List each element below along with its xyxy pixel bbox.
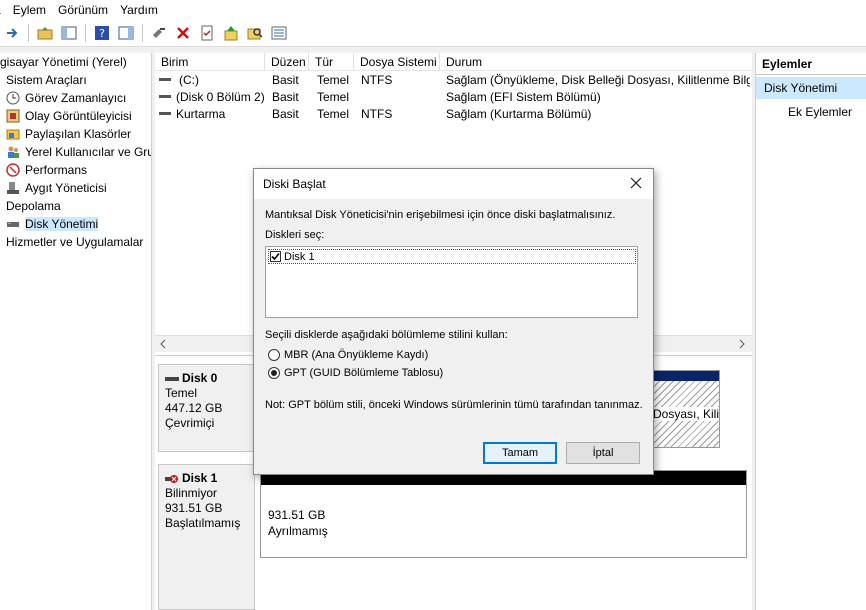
list-view-icon[interactable] <box>269 23 289 43</box>
menu-gorunum[interactable]: Görünüm <box>52 3 114 17</box>
navigation-tree: gisayar Yönetimi (Yerel) Sistem Araçları… <box>0 53 152 610</box>
disk-0-label[interactable]: Disk 0 Temel 447.12 GB Çevrimiçi <box>158 364 255 452</box>
scroll-left-icon[interactable] <box>159 340 167 348</box>
tree-item-services-apps[interactable]: Hizmetler ve Uygulamalar <box>6 233 143 251</box>
checklist-icon[interactable] <box>197 23 217 43</box>
cell-durum: Sağlam (EFI Sistem Bölümü) <box>446 90 601 104</box>
cell-birim: (Disk 0 Bölüm 2) <box>176 90 265 104</box>
disk-icon <box>165 376 179 381</box>
tree-item-system-tools[interactable]: Sistem Araçları <box>6 71 87 89</box>
toolbar-separator <box>28 24 29 42</box>
properties-panel-icon[interactable] <box>116 23 136 43</box>
disk-icon <box>5 216 21 232</box>
actions-pane: Eylemler Disk Yönetimi Ek Eylemler <box>755 53 866 610</box>
column-header-durum[interactable]: Durum <box>440 53 752 70</box>
column-header-tur[interactable]: Tür <box>309 53 354 70</box>
show-hide-tree-icon[interactable] <box>59 23 79 43</box>
table-row[interactable]: (Disk 0 Bölüm 2) Basit Temel Sağlam (EFI… <box>155 89 752 106</box>
volume-list-header: Birim Düzen Tür Dosya Sistemi Durum <box>155 53 752 71</box>
tree-item-storage[interactable]: Depolama <box>6 197 61 215</box>
tree-item-disk-management[interactable]: Disk Yönetimi <box>5 215 99 233</box>
menu-eylem[interactable]: Eylem <box>7 3 52 17</box>
mbr-radio[interactable] <box>268 349 280 361</box>
search-folder-icon[interactable] <box>245 23 265 43</box>
cell-durum: Sağlam (Önyükleme, Disk Belleği Dosyası,… <box>446 73 750 87</box>
gpt-note: Not: GPT bölüm stili, önceki Windows sür… <box>265 399 643 411</box>
disk-error-icon <box>165 474 178 483</box>
actions-title: Eylemler <box>756 53 866 75</box>
cell-fs: NTFS <box>361 107 393 121</box>
scroll-right-icon[interactable] <box>738 340 746 348</box>
primary-partition-bar <box>653 371 719 381</box>
cell-tur: Temel <box>317 90 350 104</box>
column-header-dosya-sistemi[interactable]: Dosya Sistemi <box>354 53 440 70</box>
actions-more-actions[interactable]: Ek Eylemler <box>756 101 866 123</box>
gpt-option[interactable]: GPT (GUID Bölümleme Tablosu) <box>268 367 443 379</box>
tree-item-event-viewer[interactable]: Olay Görüntüleyicisi <box>5 107 132 125</box>
event-viewer-icon <box>5 108 21 124</box>
cell-tur: Temel <box>317 107 350 121</box>
mbr-option[interactable]: MBR (Ana Önyükleme Kaydı) <box>268 349 428 361</box>
disk-1-item-label: Disk 1 <box>284 250 315 263</box>
disk-select-list[interactable]: Disk 1 <box>265 246 638 318</box>
users-icon <box>5 144 21 160</box>
cell-tur: Temel <box>317 73 350 87</box>
initialize-disk-dialog: Diski Başlat Mantıksal Disk Yöneticisi'n… <box>253 168 654 475</box>
delete-icon[interactable] <box>173 23 193 43</box>
close-icon[interactable] <box>629 176 643 190</box>
list-item[interactable]: Disk 1 <box>268 249 636 264</box>
dialog-title: Diski Başlat <box>263 177 326 191</box>
tree-item-task-scheduler[interactable]: Görev Zamanlayıcı <box>5 89 126 107</box>
device-manager-icon <box>5 180 21 196</box>
tree-item-computer-management[interactable]: gisayar Yönetimi (Yerel) <box>0 53 127 71</box>
toolbar: ? <box>0 20 866 47</box>
clock-icon <box>5 90 21 106</box>
toolbar-separator <box>142 24 143 42</box>
partition-style-label: Seçili disklerde aşağıdaki bölümleme sti… <box>265 329 508 341</box>
help-icon[interactable]: ? <box>92 23 112 43</box>
export-up-icon[interactable] <box>221 23 241 43</box>
disk-1-checkbox[interactable] <box>270 251 281 262</box>
dialog-title-bar: Diski Başlat <box>254 169 653 199</box>
checkmark-icon <box>271 252 280 261</box>
disk-1-label[interactable]: Disk 1 Bilinmiyor 931.51 GB Başlatılmamı… <box>158 464 255 610</box>
cell-fs: NTFS <box>361 73 393 87</box>
tree-item-performance[interactable]: Performans <box>5 161 87 179</box>
disk-1-unallocated-partition[interactable]: 931.51 GB Ayrılmamış <box>260 470 747 558</box>
volume-icon <box>159 73 171 87</box>
volume-icon <box>159 107 171 121</box>
menu-bar: a Eylem Görünüm Yardım <box>0 0 866 20</box>
table-row[interactable]: Kurtarma Basit Temel NTFS Sağlam (Kurtar… <box>155 106 752 123</box>
shared-folder-icon <box>5 126 21 142</box>
performance-icon <box>5 162 21 178</box>
cell-duzen: Basit <box>272 107 299 121</box>
column-header-birim[interactable]: Birim <box>155 53 265 70</box>
cell-durum: Sağlam (Kurtarma Bölümü) <box>446 107 592 121</box>
cell-duzen: Basit <box>272 90 299 104</box>
menu-yardim[interactable]: Yardım <box>114 3 164 17</box>
column-header-duzen[interactable]: Düzen <box>265 53 309 70</box>
tree-item-shared-folders[interactable]: Paylaşılan Klasörler <box>5 125 131 143</box>
up-folder-icon[interactable] <box>35 23 55 43</box>
gpt-radio[interactable] <box>268 367 280 379</box>
table-row[interactable]: (C:) Basit Temel NTFS Sağlam (Önyükleme,… <box>155 72 752 89</box>
actions-disk-management[interactable]: Disk Yönetimi <box>756 77 866 99</box>
cell-birim: Kurtarma <box>176 107 226 121</box>
toolbar-separator <box>85 24 86 42</box>
dialog-intro-text: Mantıksal Disk Yöneticisi'nin erişebilme… <box>265 209 616 221</box>
cancel-button[interactable]: İptal <box>566 442 640 464</box>
disk-0-partition[interactable]: Dosyası, Kili <box>652 370 720 448</box>
forward-arrow-icon[interactable] <box>2 23 22 43</box>
svg-text:?: ? <box>99 27 105 40</box>
volume-icon <box>159 90 171 104</box>
connect-icon[interactable] <box>149 23 169 43</box>
ok-button[interactable]: Tamam <box>483 442 557 464</box>
tree-item-device-manager[interactable]: Aygıt Yöneticisi <box>5 179 107 197</box>
select-disks-label: Diskleri seç: <box>265 229 325 241</box>
cell-birim: (C:) <box>179 73 199 87</box>
cell-duzen: Basit <box>272 73 299 87</box>
menu-action-partial[interactable]: a <box>0 3 7 17</box>
tree-item-local-users[interactable]: Yerel Kullanıcılar ve Gru <box>5 143 151 161</box>
